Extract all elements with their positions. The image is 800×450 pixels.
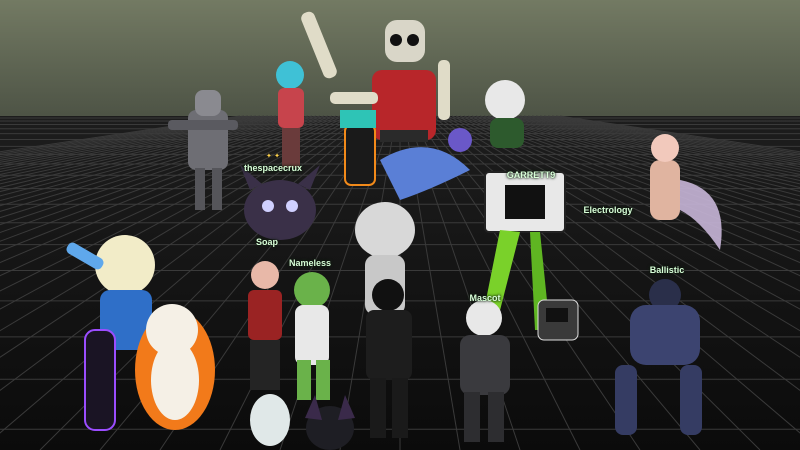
avatar-dark-glow [84,329,116,431]
avatar-grey-hoodie [460,300,510,442]
vr-scene: thespacecrux GARRETT9 Soap Electrology B… [0,0,800,450]
avatar-small-robot [537,299,579,341]
avatar-cyan-hair [276,61,304,168]
avatar-blue-mech [615,279,702,435]
avatar-purple-cat [240,165,320,240]
badge-icon: ✦ ✦ [266,152,280,160]
avatar-red-shirt [248,261,282,390]
avatar-glow-robot [340,110,376,186]
avatar-winged-girl [650,134,722,250]
avatar-dark-bat [305,395,355,450]
avatars-layer [66,11,722,450]
avatar-white-cat [485,80,525,148]
avatar-green-lizard [294,272,330,400]
avatar-armored-knight [168,90,238,210]
avatar-orange-fox [135,304,215,430]
avatar-pale-ghost [250,394,290,446]
